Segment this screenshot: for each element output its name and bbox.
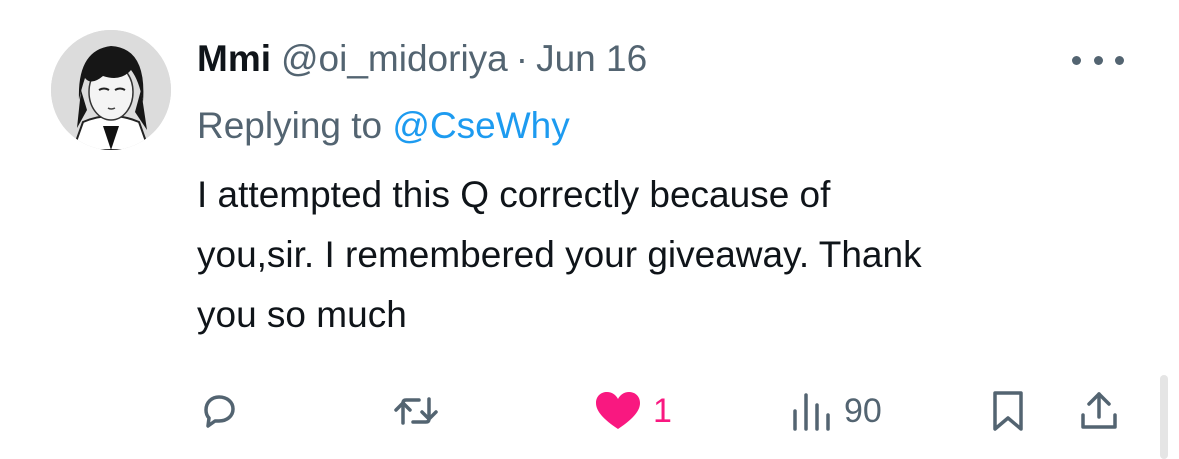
avatar[interactable] [51,30,171,150]
replying-to-mention[interactable]: @CseWhy [392,105,569,146]
more-dot [1072,55,1081,65]
replying-to-line: Replying to @CseWhy [197,105,570,147]
like-count: 1 [653,391,672,430]
reply-button[interactable] [197,388,241,434]
tweet-text: I attempted this Q correctly because of … [197,165,1127,345]
heart-filled-icon [596,392,640,429]
retweet-button[interactable] [392,388,440,434]
tweet-header: Mmi @oi_midoriya · Jun 16 [197,38,647,84]
share-upload-icon [1081,392,1117,429]
view-count: 90 [844,391,882,430]
more-options-icon[interactable] [1072,50,1124,70]
more-dot [1093,55,1103,65]
tweet-text-line: you,sir. I remembered your giveaway. Tha… [197,234,922,275]
avatar-illustration [51,30,171,150]
retweet-icon [394,397,438,425]
replying-to-label: Replying to [197,105,383,146]
views-bar-chart-icon [793,393,830,431]
scrollbar[interactable] [1160,375,1168,459]
views-button[interactable]: 90 [788,388,882,434]
author-handle[interactable]: @oi_midoriya [281,38,508,80]
tweet-text-line: I attempted this Q correctly because of [197,174,831,215]
like-button[interactable]: 1 [593,388,672,434]
reply-icon [204,395,235,428]
more-dot [1115,55,1124,65]
tweet-action-bar: 1 90 [0,388,1179,434]
separator-dot: · [515,38,529,79]
tweet-text-line: you so much [197,294,407,335]
bookmark-icon [993,391,1023,431]
tweet-date[interactable]: Jun 16 [536,38,647,80]
share-button[interactable] [1078,388,1120,434]
bookmark-button[interactable] [988,388,1028,434]
author-name[interactable]: Mmi [197,38,271,80]
